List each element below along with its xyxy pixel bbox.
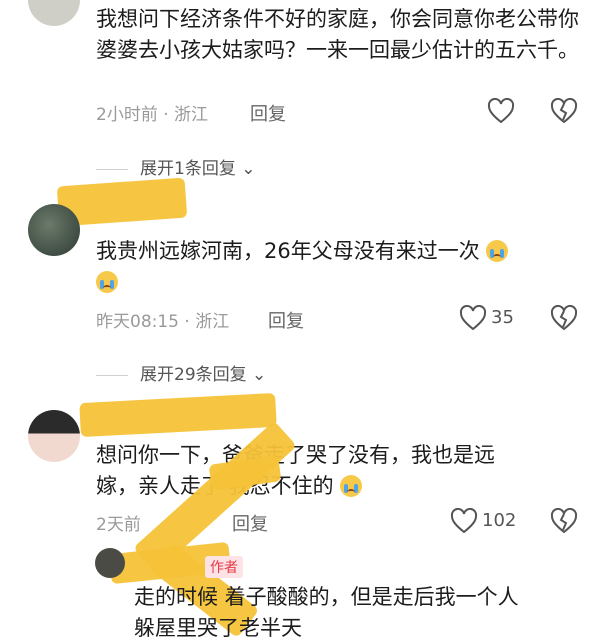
- crying-emoji-icon: [96, 271, 118, 293]
- reply-button[interactable]: 回复: [268, 307, 304, 333]
- heart-icon[interactable]: [487, 98, 515, 124]
- avatar[interactable]: [28, 204, 80, 256]
- crying-emoji-icon: [486, 240, 509, 262]
- divider: [96, 168, 128, 170]
- chevron-down-icon: ⌄: [246, 365, 267, 385]
- broken-heart-icon[interactable]: [550, 508, 578, 534]
- comment-text: 想问你一下，爸爸走了哭了没有，我也是远 嫁，亲人走了 我忍不住的: [96, 443, 495, 498]
- like-count: 35: [491, 307, 514, 328]
- reply-text: 走的时候 着子酸酸的，但是走后我一个人 躲屋里哭了老半天: [134, 585, 519, 640]
- reply-button[interactable]: 回复: [250, 100, 286, 126]
- heart-icon[interactable]: [459, 305, 487, 331]
- reply-button[interactable]: 回复: [232, 510, 268, 536]
- avatar[interactable]: [95, 548, 125, 578]
- comment-time: 2小时前 · 浙江: [96, 105, 209, 125]
- author-badge: 作者: [205, 556, 243, 578]
- avatar[interactable]: [28, 410, 80, 462]
- broken-heart-icon[interactable]: [550, 305, 578, 331]
- expand-replies[interactable]: 展开1条回复 ⌄: [96, 154, 255, 179]
- heart-icon[interactable]: [450, 508, 478, 534]
- comment-text: 我贵州远嫁河南，26年父母没有来过一次: [96, 236, 586, 298]
- crying-emoji-icon: [340, 475, 363, 497]
- expand-replies[interactable]: 展开29条回复 ⌄: [96, 360, 266, 385]
- username-redaction: [79, 392, 277, 438]
- comment-text: 我想问下经济条件不好的家庭，你会同意你老公带你婆婆去小孩大姑家吗？一来一回最少估…: [96, 7, 579, 62]
- divider: [96, 374, 128, 376]
- avatar[interactable]: [28, 0, 80, 26]
- chevron-down-icon: ⌄: [235, 159, 256, 179]
- comment-time: 昨天08:15 · 浙江: [96, 312, 230, 332]
- like-count: 102: [482, 510, 517, 531]
- comment-time: 2天前: [96, 515, 141, 535]
- broken-heart-icon[interactable]: [550, 98, 578, 124]
